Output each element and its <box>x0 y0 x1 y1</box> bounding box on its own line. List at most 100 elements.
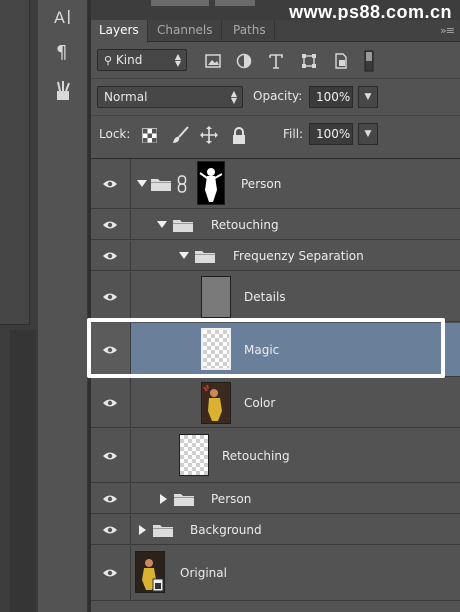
layer-row[interactable]: Original <box>91 546 460 601</box>
expand-arrow-icon[interactable] <box>157 221 167 228</box>
folder-icon <box>173 220 193 232</box>
expand-arrow-icon[interactable] <box>179 252 189 259</box>
type-filter-icon[interactable] <box>266 51 286 71</box>
left-dock-panel <box>0 0 30 325</box>
layer-mask-thumbnail[interactable] <box>197 161 225 205</box>
opacity-label: Opacity: <box>253 89 303 103</box>
expand-arrow-icon[interactable] <box>137 180 147 187</box>
svg-text:A: A <box>54 8 65 27</box>
opacity-input[interactable]: 100% <box>309 86 353 108</box>
layer-name: Details <box>244 290 286 304</box>
layer-row[interactable]: Retouching <box>91 210 460 240</box>
search-icon: ⚲ <box>104 54 113 67</box>
layer-name: Magic <box>244 343 280 357</box>
layer-row[interactable]: Retouching <box>91 429 460 483</box>
svg-text:¶: ¶ <box>56 42 67 61</box>
filter-row: ⚲ Kind ▲ ▼ <box>91 43 460 79</box>
layer-name: Person <box>211 492 252 506</box>
lock-row: Lock: Fill: 100% ▼ <box>91 117 460 153</box>
eye-icon <box>103 569 117 577</box>
lock-label: Lock: <box>99 127 131 141</box>
chevron-updown-icon: ▲ ▼ <box>230 89 237 105</box>
eye-icon <box>103 221 117 229</box>
collapse-arrow-icon[interactable] <box>139 525 146 535</box>
collapsed-panel-tab[interactable] <box>215 0 255 6</box>
visibility-toggle[interactable] <box>91 429 131 482</box>
layer-name: Background <box>190 523 262 537</box>
chevron-updown-icon: ▲ ▼ <box>174 52 181 68</box>
eye-icon <box>103 293 117 301</box>
lock-position-icon[interactable] <box>199 125 219 145</box>
folder-icon <box>174 494 194 506</box>
left-dock-strip <box>0 0 38 612</box>
blend-row: Normal ▲ ▼ Opacity: 100% ▼ <box>91 80 460 116</box>
layer-name: Retouching <box>211 218 279 232</box>
opacity-dropdown-button[interactable]: ▼ <box>358 86 378 108</box>
collapsed-panel-tab[interactable] <box>151 0 209 6</box>
folder-icon <box>151 179 171 191</box>
filter-toggle-icon[interactable] <box>362 49 376 73</box>
blend-mode-dropdown[interactable]: Normal ▲ ▼ <box>97 86 243 108</box>
layer-row[interactable]: Background <box>91 515 460 545</box>
visibility-toggle[interactable] <box>91 272 131 321</box>
visibility-toggle[interactable] <box>91 159 131 208</box>
layers-list: Person Retouching Frequenzy Separation D… <box>91 158 460 612</box>
visibility-toggle[interactable] <box>91 546 131 600</box>
eye-icon <box>103 526 117 534</box>
layer-thumbnail[interactable] <box>179 434 209 476</box>
panel-menu-icon[interactable]: »≡ <box>440 24 455 37</box>
tab-layers[interactable]: Layers <box>91 20 148 43</box>
visibility-toggle[interactable] <box>91 323 131 376</box>
layer-thumbnail[interactable] <box>201 328 231 370</box>
tab-paths[interactable]: Paths <box>225 20 275 42</box>
folder-icon <box>195 251 215 263</box>
eye-icon <box>103 252 117 260</box>
visibility-toggle[interactable] <box>91 515 131 544</box>
lock-transparent-icon[interactable] <box>139 125 159 145</box>
layers-panel: www.ps88.com.cn Layers Channels Paths »≡… <box>91 0 460 612</box>
lock-all-icon[interactable] <box>229 125 249 145</box>
fill-dropdown-button[interactable]: ▼ <box>358 123 378 145</box>
shape-filter-icon[interactable] <box>299 51 319 71</box>
image-filter-icon[interactable] <box>203 51 223 71</box>
smart-object-filter-icon[interactable] <box>331 51 351 71</box>
layer-thumbnail[interactable] <box>135 551 165 593</box>
link-chain-icon <box>177 175 187 193</box>
kind-filter-label: Kind <box>115 53 143 67</box>
visibility-toggle[interactable] <box>91 484 131 513</box>
layer-row[interactable]: Details <box>91 272 460 322</box>
eye-icon <box>103 180 117 188</box>
layer-name: Original <box>180 566 227 580</box>
layer-row[interactable]: Frequenzy Separation <box>91 241 460 271</box>
layer-row[interactable]: Color <box>91 378 460 428</box>
layer-name: Person <box>241 177 282 191</box>
left-dock-lower <box>10 330 36 612</box>
eye-icon <box>103 346 117 354</box>
panel-icon-column: A ¶ <box>38 0 88 612</box>
layer-row[interactable]: Person <box>91 159 460 209</box>
layer-thumbnail[interactable] <box>201 382 231 424</box>
layer-row[interactable]: Person <box>91 484 460 514</box>
visibility-toggle[interactable] <box>91 210 131 239</box>
kind-filter-dropdown[interactable]: ⚲ Kind ▲ ▼ <box>97 49 187 71</box>
layer-name: Frequenzy Separation <box>233 249 364 263</box>
collapse-arrow-icon[interactable] <box>160 494 167 504</box>
brush-tool-icon[interactable] <box>52 80 74 102</box>
folder-icon <box>153 525 173 537</box>
fill-input[interactable]: 100% <box>309 123 353 145</box>
layer-row-selected[interactable]: Magic <box>91 323 460 377</box>
eye-icon <box>103 399 117 407</box>
paragraph-icon[interactable]: ¶ <box>52 40 74 62</box>
visibility-toggle[interactable] <box>91 378 131 427</box>
lock-paint-icon[interactable] <box>171 125 191 145</box>
layer-name: Retouching <box>222 449 290 463</box>
fill-label: Fill: <box>283 127 304 141</box>
visibility-toggle[interactable] <box>91 241 131 270</box>
panel-tabs: Layers Channels Paths »≡ <box>91 20 460 43</box>
layer-thumbnail[interactable] <box>201 276 231 318</box>
adjustment-filter-icon[interactable] <box>234 51 254 71</box>
layer-name: Color <box>244 396 276 410</box>
tab-channels[interactable]: Channels <box>149 20 222 42</box>
type-tool-icon[interactable]: A <box>52 6 74 28</box>
eye-icon <box>103 495 117 503</box>
